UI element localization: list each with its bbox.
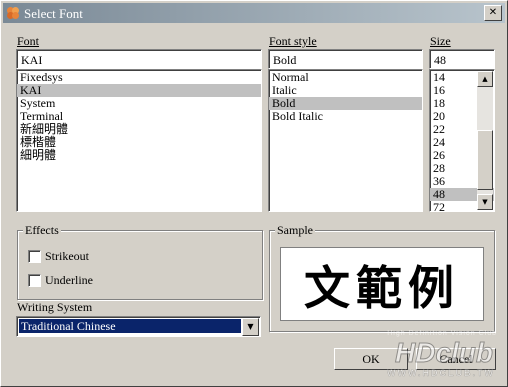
select-font-dialog: Select Font ✕ Font KAI Fixedsys KAI System… — [0, 0, 508, 387]
font-style-input-value: Bold — [273, 53, 297, 67]
font-input-value: KAI — [21, 53, 43, 67]
font-list[interactable]: Fixedsys KAI System Terminal 新細明體 標楷體 細明體 — [16, 69, 262, 212]
writing-system-dropdown-button[interactable]: ▼ — [242, 318, 259, 336]
sample-preview: 文範例 — [280, 247, 484, 321]
writing-system-value: Traditional Chinese — [19, 319, 241, 333]
size-input[interactable]: 48 — [429, 49, 495, 69]
underline-label[interactable]: Underline — [45, 273, 93, 288]
font-style-list[interactable]: Normal Italic Bold Bold Italic — [268, 69, 423, 212]
writing-system-select[interactable]: Traditional Chinese ▼ — [16, 316, 261, 337]
title-bar[interactable]: Select Font ✕ — [3, 3, 505, 23]
size-label: Size — [430, 34, 451, 48]
size-list[interactable]: 14 16 18 20 22 24 26 28 36 48 72 ▲ ▼ — [429, 69, 495, 212]
font-style-label: Font style — [269, 34, 317, 48]
sample-title: Sample — [275, 223, 315, 238]
arrow-down-icon: ▼ — [482, 198, 488, 206]
chevron-down-icon: ▼ — [247, 322, 254, 331]
effects-group — [17, 230, 263, 300]
strikeout-checkbox[interactable] — [28, 250, 41, 263]
arrow-up-icon: ▲ — [482, 75, 488, 83]
font-style-input[interactable]: Bold — [268, 49, 423, 69]
window-title: Select Font — [24, 6, 83, 21]
watermark-url: WWW.HDCLUB.TW — [387, 368, 495, 378]
writing-system-label: Writing System — [17, 300, 93, 314]
close-button[interactable]: ✕ — [484, 5, 502, 21]
size-input-value: 48 — [434, 53, 446, 67]
strikeout-label[interactable]: Strikeout — [45, 249, 89, 264]
font-list-item[interactable]: Fixedsys — [17, 71, 261, 84]
watermark-tagline: High Definition Vision Club — [387, 330, 497, 337]
scroll-down-button[interactable]: ▼ — [477, 194, 493, 210]
close-icon: ✕ — [488, 7, 498, 18]
scroll-up-button[interactable]: ▲ — [477, 71, 493, 87]
scroll-thumb[interactable] — [477, 130, 493, 190]
app-icon — [7, 7, 19, 19]
sample-text: 文範例 — [304, 261, 460, 315]
watermark-brand: HDclub — [395, 337, 494, 369]
font-style-list-item[interactable]: Bold Italic — [269, 110, 422, 123]
hdclub-watermark: High Definition Vision Club HDclub WWW.H… — [331, 330, 499, 380]
font-input[interactable]: KAI — [16, 49, 262, 69]
underline-checkbox[interactable] — [28, 274, 41, 287]
font-label: Font — [17, 34, 40, 48]
size-scrollbar[interactable]: ▲ ▼ — [477, 71, 493, 210]
effects-title: Effects — [23, 223, 61, 238]
font-list-item[interactable]: 細明體 — [17, 149, 261, 162]
